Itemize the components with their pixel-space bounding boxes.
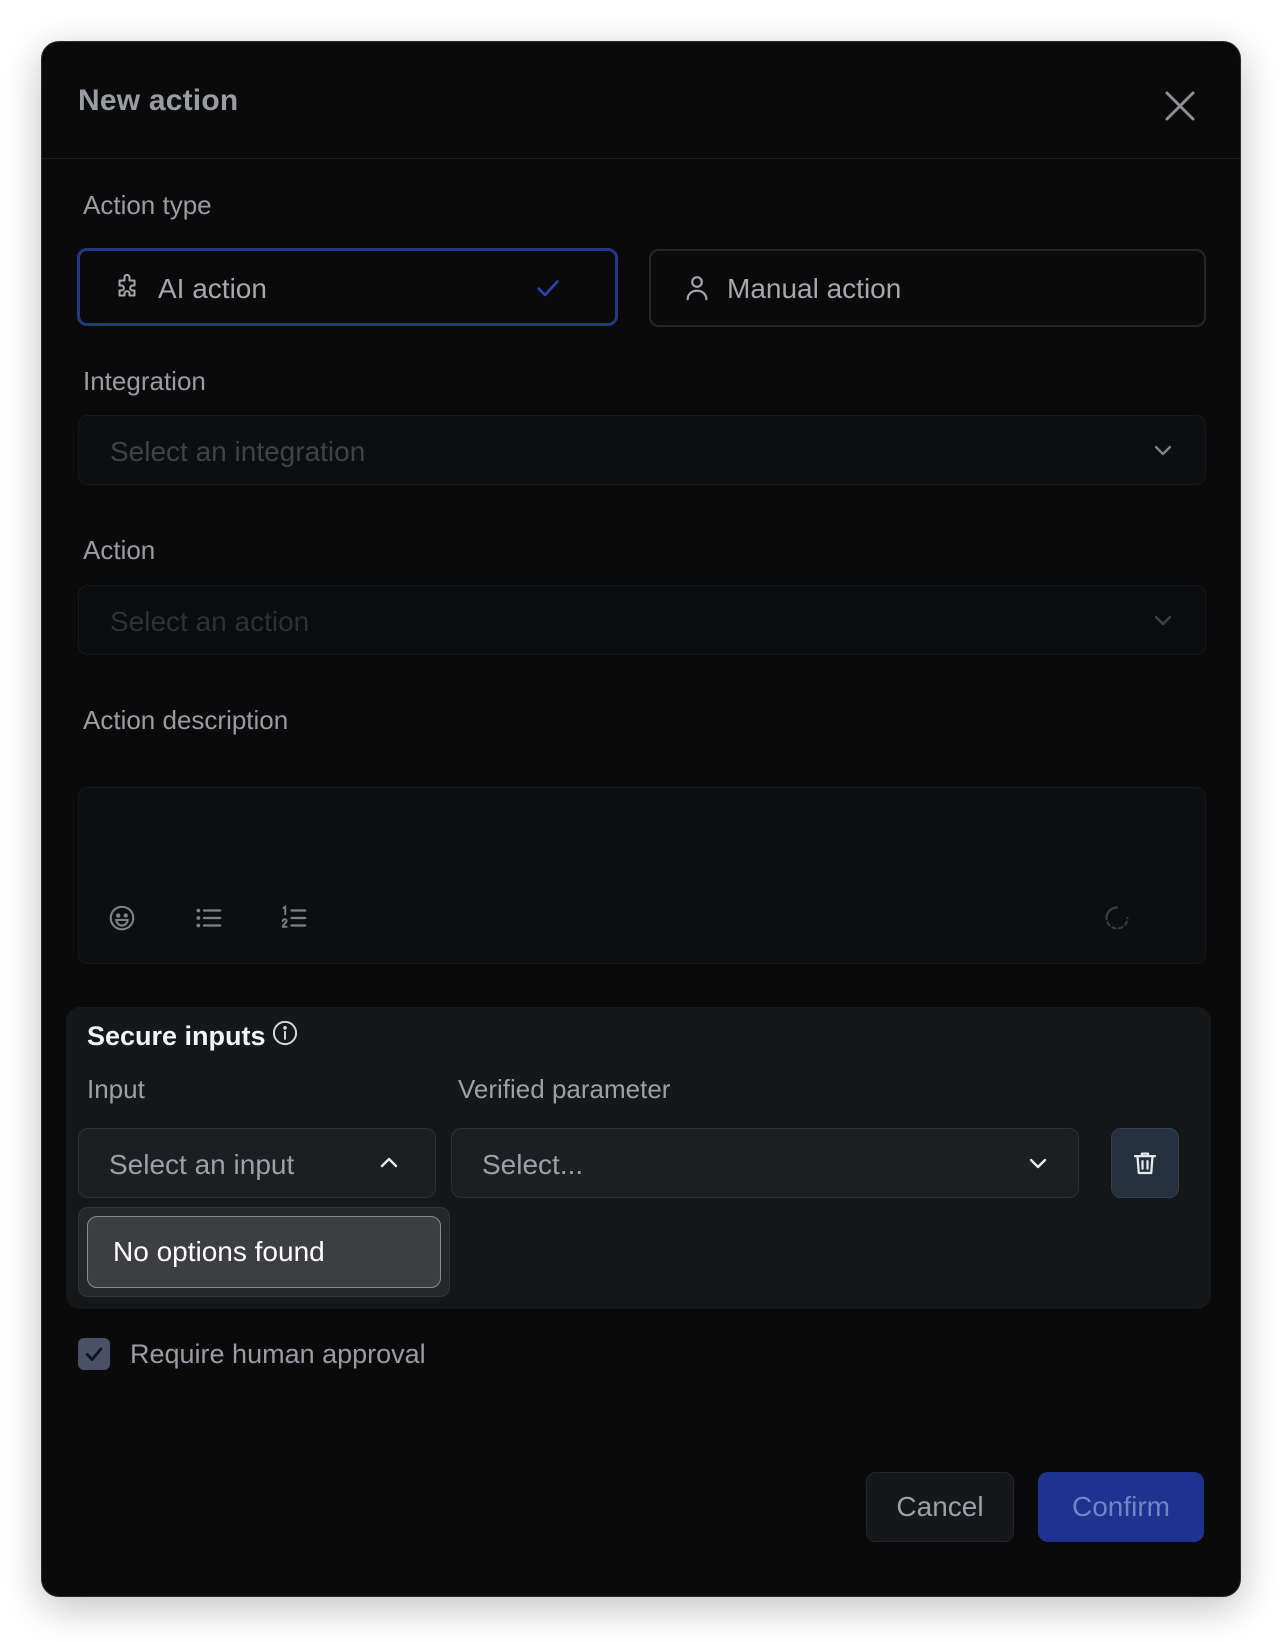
manual-action-option[interactable]: Manual action	[649, 249, 1206, 327]
close-icon	[1165, 91, 1195, 121]
secure-inputs-panel: Secure inputs Input Verified parameter S…	[66, 1007, 1211, 1309]
check-icon	[534, 274, 562, 307]
chevron-down-icon	[1026, 1151, 1050, 1180]
secure-inputs-title: Secure inputs	[87, 1021, 266, 1051]
action-select[interactable]: Select an action	[78, 585, 1206, 655]
puzzle-icon	[112, 273, 142, 303]
action-description-editor[interactable]	[78, 787, 1206, 964]
verified-parameter-placeholder: Select...	[482, 1149, 584, 1180]
chevron-up-icon	[377, 1151, 401, 1180]
chevron-down-icon	[1151, 608, 1175, 637]
info-icon[interactable]	[271, 1019, 299, 1052]
no-options-item: No options found	[87, 1216, 441, 1288]
action-type-label: Action type	[83, 190, 212, 220]
trash-icon	[1133, 1152, 1157, 1175]
ai-action-label: AI action	[158, 273, 267, 304]
manual-action-label: Manual action	[727, 273, 902, 304]
ai-action-option[interactable]: AI action	[77, 248, 618, 326]
dialog-header: New action	[42, 42, 1240, 159]
integration-label: Integration	[83, 366, 206, 396]
numbered-list-icon[interactable]	[276, 900, 312, 936]
input-dropdown-menu: No options found	[78, 1207, 450, 1297]
checkmark-icon	[85, 1347, 103, 1361]
close-button[interactable]	[1160, 86, 1200, 126]
integration-placeholder: Select an integration	[110, 436, 366, 467]
user-icon	[681, 272, 713, 309]
integration-select[interactable]: Select an integration	[78, 415, 1206, 485]
confirm-button[interactable]: Confirm	[1038, 1472, 1204, 1542]
cancel-button[interactable]: Cancel	[866, 1472, 1014, 1542]
action-placeholder: Select an action	[110, 606, 310, 637]
input-column-label: Input	[87, 1074, 145, 1104]
require-approval-label[interactable]: Require human approval	[130, 1339, 426, 1370]
dialog-title: New action	[78, 84, 239, 117]
input-select[interactable]: Select an input	[78, 1128, 436, 1198]
new-action-dialog: New action Action type AI action Manual …	[41, 41, 1241, 1597]
action-description-label: Action description	[83, 705, 289, 735]
verified-parameter-select[interactable]: Select...	[451, 1128, 1079, 1198]
verified-parameter-label: Verified parameter	[458, 1074, 671, 1104]
chevron-down-icon	[1151, 438, 1175, 467]
action-label: Action	[83, 535, 156, 565]
input-select-placeholder: Select an input	[109, 1149, 295, 1180]
emoji-icon[interactable]	[104, 900, 140, 936]
delete-input-button[interactable]	[1111, 1128, 1179, 1198]
loading-icon	[1099, 900, 1135, 936]
require-approval-checkbox[interactable]	[78, 1338, 110, 1370]
bullet-list-icon[interactable]	[191, 900, 227, 936]
